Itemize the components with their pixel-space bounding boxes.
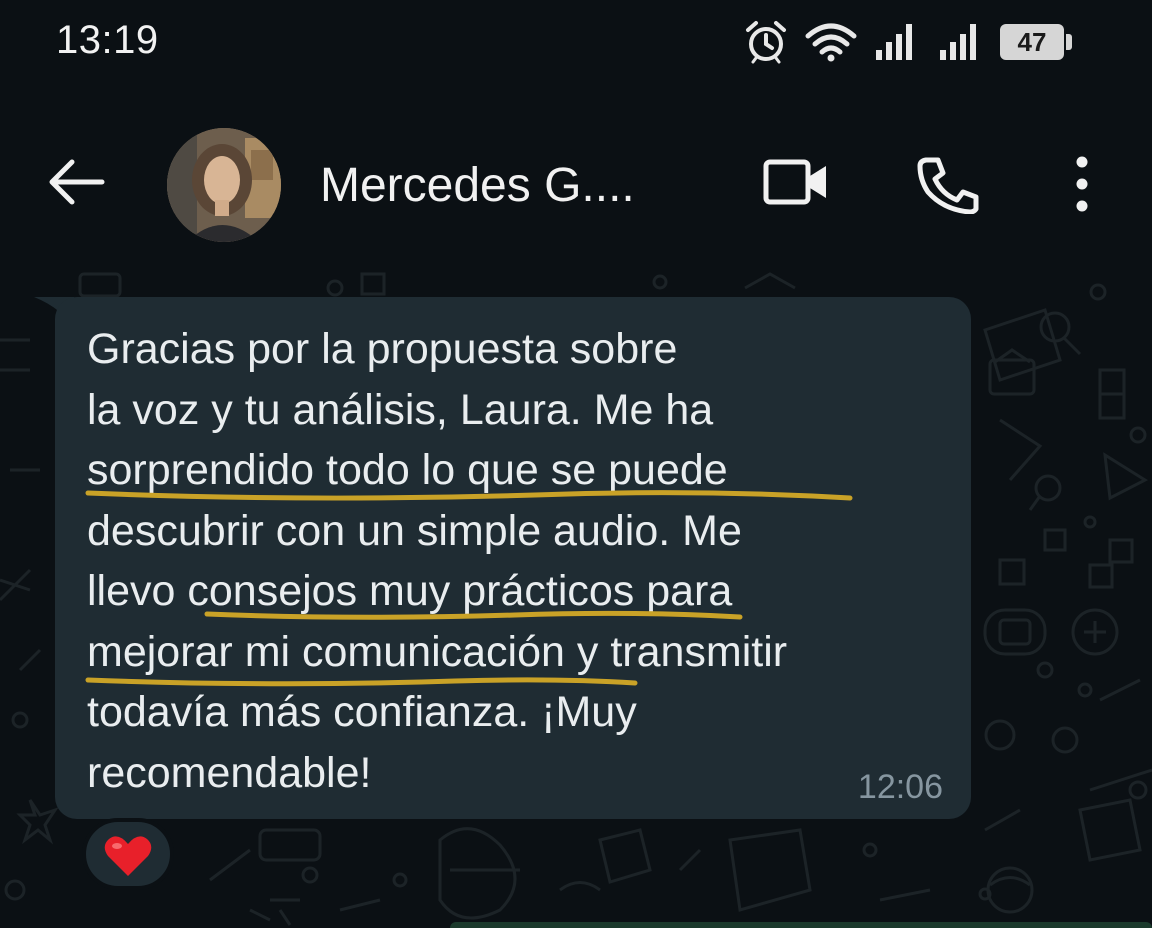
chat-header: Mercedes G.... <box>0 90 1152 270</box>
signal-icon <box>940 24 976 60</box>
video-call-icon <box>763 159 826 205</box>
more-options-icon <box>1076 156 1088 212</box>
heart-icon <box>104 836 152 876</box>
message-bubble[interactable]: Gracias por la propuesta sobre la voz y … <box>55 297 971 819</box>
reaction-badge[interactable] <box>82 818 174 890</box>
next-message-edge <box>450 922 1152 928</box>
alarm-icon <box>746 21 786 64</box>
message-text: Gracias por la propuesta sobre la voz y … <box>87 325 788 797</box>
status-time: 13:19 <box>56 18 159 62</box>
back-arrow-icon <box>49 159 105 205</box>
avatar[interactable] <box>167 128 281 242</box>
signal-icon <box>876 24 912 60</box>
wifi-icon <box>805 23 857 62</box>
back-button[interactable] <box>44 154 110 210</box>
message-timestamp: 12:06 <box>857 768 943 806</box>
chat-area[interactable]: Gracias por la propuesta sobre la voz y … <box>0 270 1152 928</box>
status-bar: 13:19 47 <box>0 0 1152 90</box>
phone-icon <box>917 157 979 215</box>
more-options-button[interactable] <box>1066 154 1098 219</box>
voice-call-button[interactable] <box>916 154 980 219</box>
video-call-button[interactable] <box>762 154 830 215</box>
contact-name[interactable]: Mercedes G.... <box>320 158 635 213</box>
battery-indicator: 47 <box>1000 24 1072 60</box>
